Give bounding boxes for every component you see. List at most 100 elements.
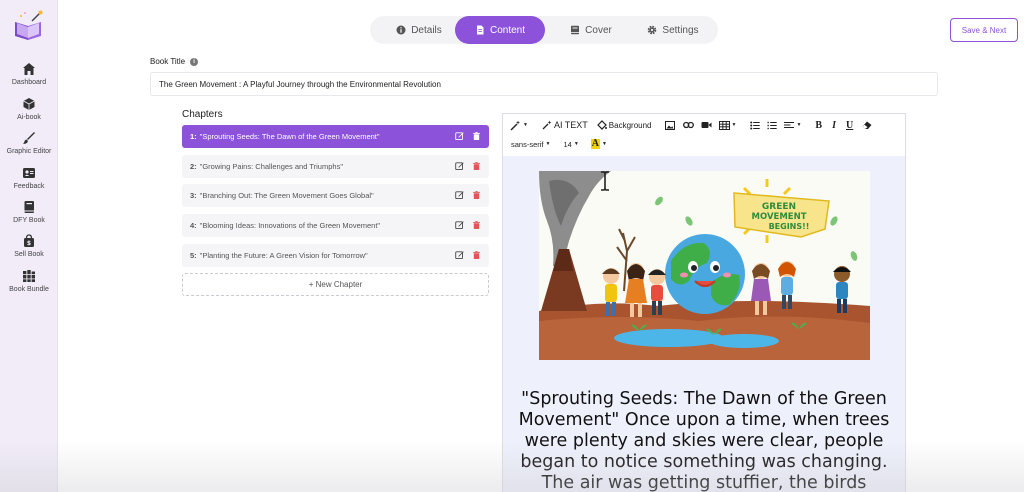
align-dropdown[interactable]: ▼	[784, 121, 801, 130]
table-icon	[718, 120, 730, 130]
edit-icon[interactable]	[455, 161, 464, 171]
feedback-icon	[23, 168, 35, 178]
paint-bucket-icon	[596, 120, 607, 130]
edit-icon[interactable]	[455, 131, 464, 141]
link-icon	[682, 121, 694, 129]
image-button[interactable]	[664, 120, 675, 130]
banner-line-1: GREEN	[762, 202, 796, 212]
video-button[interactable]	[701, 121, 712, 129]
ai-sparkle-icon	[542, 120, 552, 130]
font-color-icon: A	[590, 138, 600, 149]
tab-content[interactable]: Content	[455, 16, 545, 44]
sidebar-item-graphic-editor[interactable]: Graphic Editor	[0, 131, 58, 155]
chapter-item-2[interactable]: 2: "Growing Pains: Challenges and Triump…	[182, 155, 489, 178]
chapter-editor: ▼ AI TEXT Background ▼ ▼ B I U sans-seri…	[502, 113, 906, 492]
font-size-value: 14	[563, 139, 572, 149]
clear-format-button[interactable]	[862, 121, 872, 130]
chapter-item-3[interactable]: 3: "Branching Out: The Green Movement Go…	[182, 184, 489, 207]
text-cursor-icon	[601, 171, 609, 191]
numbered-list-button[interactable]	[767, 121, 778, 130]
sidebar-item-label: Graphic Editor	[6, 148, 52, 155]
image-icon	[664, 120, 675, 130]
font-color-dropdown[interactable]: A ▼	[590, 138, 607, 149]
sidebar-item-dfy-book[interactable]: DFY Book	[0, 200, 58, 224]
link-button[interactable]	[682, 121, 694, 129]
italic-button[interactable]: I	[832, 120, 836, 131]
chapter-item-5[interactable]: 5: "Planting the Future: A Green Vision …	[182, 244, 489, 267]
chapter-title: "Growing Pains: Challenges and Triumphs"	[199, 162, 343, 171]
new-chapter-button[interactable]: + New Chapter	[182, 273, 489, 296]
bullet-list-icon	[750, 121, 761, 129]
delete-icon[interactable]	[472, 220, 481, 230]
cover-icon	[571, 25, 580, 35]
delete-icon[interactable]	[472, 161, 481, 171]
save-next-button[interactable]: Save & Next	[950, 18, 1018, 42]
table-dropdown[interactable]: ▼	[718, 120, 736, 130]
chapter-title: "Blooming Ideas: Innovations of the Gree…	[199, 221, 381, 230]
eraser-icon	[862, 121, 872, 129]
chapter-title: "Branching Out: The Green Movement Goes …	[199, 191, 374, 200]
book-title-label-row: Book Title i	[150, 57, 199, 66]
edit-icon[interactable]	[455, 220, 464, 230]
tab-cover[interactable]: Cover	[550, 16, 632, 44]
sidebar-item-sell-book[interactable]: $ Sell Book	[0, 234, 58, 258]
toolbar-row-2: sans-serif ▼ 14 ▼ A ▼	[503, 134, 905, 154]
sidebar-item-label: DFY Book	[13, 217, 45, 224]
sidebar-item-label: Dashboard	[11, 79, 47, 86]
sidebar-item-label: Ai-book	[17, 114, 41, 121]
tab-label: Cover	[585, 24, 612, 36]
gear-icon	[648, 25, 657, 35]
underline-button[interactable]: U	[846, 120, 853, 131]
chapter-story-text[interactable]: "Sprouting Seeds: The Dawn of the Green …	[515, 389, 893, 492]
sidebar-item-feedback[interactable]: Feedback	[0, 166, 58, 190]
chapter-item-4[interactable]: 4: "Blooming Ideas: Innovations of the G…	[182, 214, 489, 237]
bullet-list-button[interactable]	[750, 121, 761, 130]
app-logo-icon[interactable]	[12, 10, 46, 42]
bundle-icon	[23, 270, 35, 282]
numbered-list-icon	[767, 121, 778, 129]
chapter-title: "Planting the Future: A Green Vision for…	[199, 251, 368, 260]
magic-wand-icon	[510, 120, 520, 130]
step-tabs: Details Content Cover Settings	[370, 16, 718, 44]
book-title-input[interactable]: The Green Movement : A Playful Journey t…	[150, 72, 938, 96]
editor-content-area[interactable]: GREEN MOVEMENT BEGINS!! "Sprouting Seeds…	[503, 156, 905, 492]
sidebar-item-label: Book Bundle	[9, 286, 49, 293]
sidebar: Dashboard Ai-book Graphic Editor Feedbac…	[0, 0, 58, 492]
tab-settings[interactable]: Settings	[632, 16, 714, 44]
ai-text-label: AI TEXT	[553, 120, 588, 130]
tab-details[interactable]: Details	[378, 16, 460, 44]
chapter-item-1[interactable]: 1: "Sprouting Seeds: The Dawn of the Gre…	[182, 125, 489, 148]
background-label: Background	[608, 120, 652, 130]
banner-line-2: MOVEMENT	[751, 212, 806, 222]
delete-icon[interactable]	[472, 190, 481, 200]
toolbar-row-1: ▼ AI TEXT Background ▼ ▼ B I U	[503, 115, 905, 135]
font-family-value: sans-serif	[511, 139, 544, 149]
file-icon	[476, 25, 484, 35]
chapter-title: "Sprouting Seeds: The Dawn of the Green …	[199, 132, 380, 141]
ai-text-button[interactable]: AI TEXT	[542, 120, 588, 130]
sidebar-item-ai-book[interactable]: Ai-book	[0, 97, 58, 121]
book-icon	[24, 201, 34, 213]
edit-icon[interactable]	[455, 250, 464, 260]
tab-label: Settings	[662, 24, 699, 36]
delete-icon[interactable]	[472, 131, 481, 141]
bold-button[interactable]: B	[815, 120, 822, 131]
ai-book-icon	[23, 98, 35, 110]
chapter-number: 2:	[190, 162, 197, 171]
info-icon[interactable]: i	[190, 57, 199, 66]
sidebar-item-dashboard[interactable]: Dashboard	[0, 62, 58, 86]
font-family-dropdown[interactable]: sans-serif ▼	[511, 140, 550, 149]
sidebar-item-label: Sell Book	[14, 251, 44, 258]
chapter-illustration[interactable]: GREEN MOVEMENT BEGINS!!	[539, 171, 870, 360]
chapter-number: 5:	[190, 251, 197, 260]
edit-icon[interactable]	[455, 190, 464, 200]
background-button[interactable]: Background	[596, 120, 652, 130]
sidebar-item-label: Feedback	[13, 183, 45, 190]
delete-icon[interactable]	[472, 250, 481, 260]
svg-text:$: $	[27, 240, 31, 247]
sidebar-item-book-bundle[interactable]: Book Bundle	[0, 269, 58, 293]
magic-wand-dropdown[interactable]: ▼	[510, 120, 528, 131]
font-size-dropdown[interactable]: 14 ▼	[563, 140, 578, 149]
tab-label: Details	[411, 24, 442, 36]
banner-line-3: BEGINS!!	[769, 222, 810, 231]
